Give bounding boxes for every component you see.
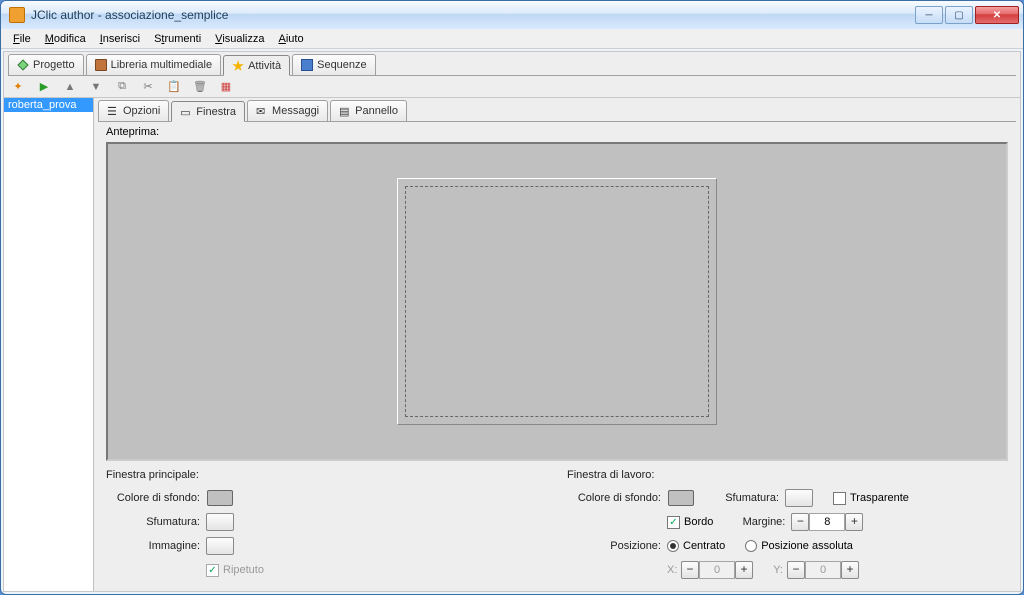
star-icon	[232, 60, 244, 72]
margin-dec-button[interactable]: −	[791, 513, 809, 531]
play-icon[interactable]: ▶	[36, 79, 52, 95]
main-gradient-button[interactable]	[206, 513, 234, 531]
sidebar-item[interactable]: roberta_prova	[4, 98, 93, 112]
main-image-button[interactable]	[206, 537, 234, 555]
menu-view[interactable]: Visualizza	[209, 32, 270, 46]
minimize-button[interactable]: ─	[915, 6, 943, 24]
maximize-button[interactable]: ▢	[945, 6, 973, 24]
tab-project[interactable]: Progetto	[8, 54, 84, 75]
new-activity-icon[interactable]: ✦	[10, 79, 26, 95]
menu-edit[interactable]: Modifica	[39, 32, 92, 46]
sub-tabs: ☰ Opzioni ▭ Finestra ✉ Messaggi ▤ Pannello	[98, 100, 1016, 121]
absolute-label: Posizione assoluta	[761, 540, 853, 552]
main-image-label: Immagine:	[106, 540, 206, 552]
delete-icon[interactable]: 🗑	[192, 79, 208, 95]
work-gradient-label: Sfumatura:	[715, 492, 785, 504]
main-bg-label: Colore di sfondo:	[106, 492, 206, 504]
subtab-options-label: Opzioni	[123, 105, 160, 117]
menu-tools[interactable]: Strumenti	[148, 32, 207, 46]
copy-icon[interactable]: ⧉	[114, 79, 130, 95]
border-checkbox[interactable]: ✓	[667, 516, 680, 529]
app-icon	[9, 7, 25, 23]
main-bg-color-button[interactable]	[207, 490, 233, 506]
centered-radio[interactable]	[667, 540, 679, 552]
transparent-checkbox[interactable]	[833, 492, 846, 505]
subtab-messages-label: Messaggi	[272, 105, 319, 117]
tab-library-label: Libreria multimediale	[111, 59, 213, 71]
subtab-messages[interactable]: ✉ Messaggi	[247, 100, 328, 121]
preview-area	[106, 142, 1008, 461]
panel-icon: ▤	[339, 105, 351, 117]
margin-input[interactable]: 8	[809, 513, 845, 531]
diamond-icon	[17, 59, 28, 70]
menu-file[interactable]: File	[7, 32, 37, 46]
tab-activities-label: Attività	[248, 60, 281, 72]
y-dec-button: −	[787, 561, 805, 579]
window-title: JClic author - associazione_semplice	[31, 8, 915, 22]
work-window-panel: Finestra di lavoro: Colore di sfondo: Sf…	[567, 469, 1008, 583]
menu-insert[interactable]: Inserisci	[94, 32, 146, 46]
sequence-icon	[301, 59, 313, 71]
work-bg-label: Colore di sfondo:	[567, 492, 667, 504]
options-icon: ☰	[107, 105, 119, 117]
work-gradient-button[interactable]	[785, 489, 813, 507]
absolute-radio[interactable]	[745, 540, 757, 552]
subtab-window-label: Finestra	[196, 106, 236, 118]
subtab-panel[interactable]: ▤ Pannello	[330, 100, 407, 121]
tab-sequences-label: Sequenze	[317, 59, 367, 71]
main-repeat-label: Ripetuto	[223, 564, 264, 576]
x-label: X:	[667, 564, 681, 576]
main-tabs: Progetto Libreria multimediale Attività …	[8, 54, 1016, 75]
cut-icon[interactable]: ✂	[140, 79, 156, 95]
tab-activities[interactable]: Attività	[223, 55, 290, 76]
border-label: Bordo	[684, 516, 713, 528]
grid-icon[interactable]: ▦	[218, 79, 234, 95]
margin-label: Margine:	[733, 516, 791, 528]
tab-library[interactable]: Libreria multimediale	[86, 54, 222, 75]
work-bg-color-button[interactable]	[668, 490, 694, 506]
position-label: Posizione:	[567, 540, 667, 552]
main-gradient-label: Sfumatura:	[106, 516, 206, 528]
up-icon[interactable]: ▲	[62, 79, 78, 95]
book-icon	[95, 59, 107, 71]
y-input: 0	[805, 561, 841, 579]
centered-label: Centrato	[683, 540, 725, 552]
subtab-panel-label: Pannello	[355, 105, 398, 117]
tab-sequences[interactable]: Sequenze	[292, 54, 376, 75]
subtab-window[interactable]: ▭ Finestra	[171, 101, 245, 122]
titlebar: JClic author - associazione_semplice ─ ▢…	[1, 1, 1023, 29]
x-input: 0	[699, 561, 735, 579]
menubar: File Modifica Inserisci Strumenti Visual…	[1, 29, 1023, 49]
menu-help[interactable]: Aiuto	[273, 32, 310, 46]
main-panel-title: Finestra principale:	[106, 469, 547, 481]
close-button[interactable]: ✕	[975, 6, 1019, 24]
paste-icon[interactable]: 📋	[166, 79, 182, 95]
y-inc-button: +	[841, 561, 859, 579]
activities-sidebar: roberta_prova	[4, 98, 94, 591]
preview-label: Anteprima:	[106, 126, 1008, 138]
toolbar: ✦ ▶ ▲ ▼ ⧉ ✂ 📋 🗑 ▦	[4, 76, 1020, 98]
work-panel-title: Finestra di lavoro:	[567, 469, 1008, 481]
window-icon: ▭	[180, 106, 192, 118]
margin-inc-button[interactable]: +	[845, 513, 863, 531]
preview-window	[397, 178, 717, 425]
transparent-label: Trasparente	[850, 492, 909, 504]
y-label: Y:	[773, 564, 787, 576]
x-dec-button: −	[681, 561, 699, 579]
subtab-options[interactable]: ☰ Opzioni	[98, 100, 169, 121]
main-window-panel: Finestra principale: Colore di sfondo: S…	[106, 469, 547, 583]
messages-icon: ✉	[256, 105, 268, 117]
tab-project-label: Progetto	[33, 59, 75, 71]
x-inc-button: +	[735, 561, 753, 579]
main-repeat-checkbox: ✓	[206, 564, 219, 577]
down-icon[interactable]: ▼	[88, 79, 104, 95]
